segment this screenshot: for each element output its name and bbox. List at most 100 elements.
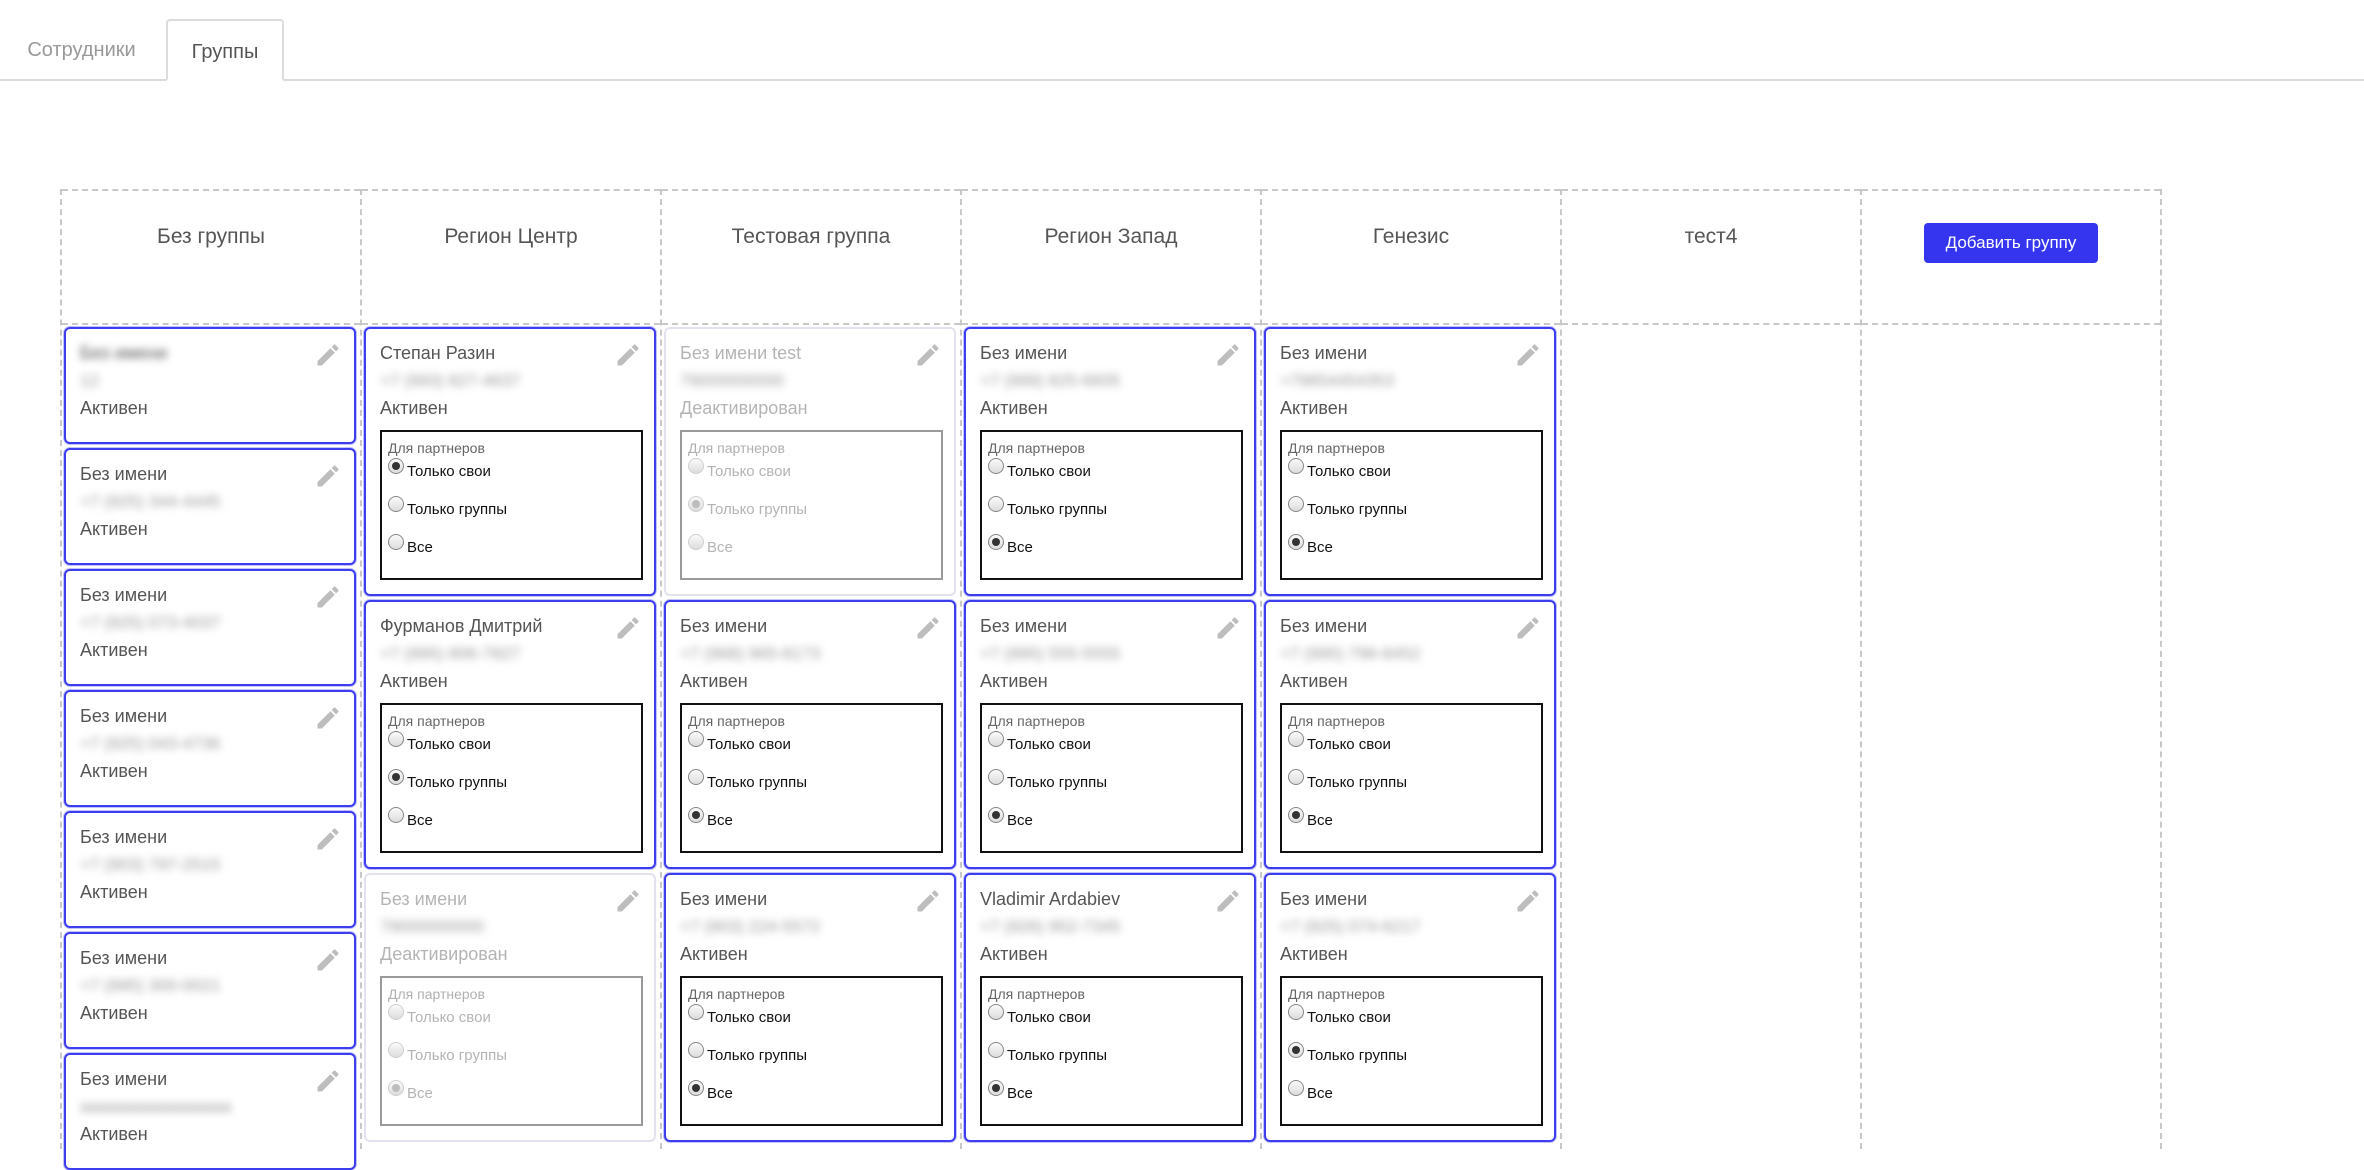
partner-access-option[interactable]: Только группы xyxy=(988,496,1241,536)
employee-card[interactable]: Без имени +7 (925) 074-6217 Активен Для пар… xyxy=(1264,873,1556,1142)
group-title[interactable]: Генезис xyxy=(1373,225,1449,248)
employee-card[interactable]: Без имени +7 (968) 965-8173 Активен Для пар… xyxy=(664,600,956,869)
employee-card[interactable]: Без имени +7 (925) 344-4445 Активен xyxy=(64,448,356,565)
radio-button[interactable] xyxy=(1288,807,1304,823)
radio-button[interactable] xyxy=(688,1080,704,1096)
partner-access-option[interactable]: Только группы xyxy=(988,1042,1241,1082)
pencil-icon[interactable] xyxy=(314,1067,342,1095)
radio-button[interactable] xyxy=(1288,1004,1304,1020)
radio-button[interactable] xyxy=(688,496,704,512)
pencil-icon[interactable] xyxy=(314,583,342,611)
employee-card[interactable]: Фурманов Дмитрий +7 (995) 806-7827 Активен… xyxy=(364,600,656,869)
group-title[interactable]: Тестовая группа xyxy=(732,225,891,248)
partner-access-option[interactable]: Только свои xyxy=(688,731,941,771)
radio-button[interactable] xyxy=(988,534,1004,550)
pencil-icon[interactable] xyxy=(614,887,642,915)
pencil-icon[interactable] xyxy=(1214,887,1242,915)
partner-access-option[interactable]: Только свои xyxy=(688,1004,941,1044)
employee-card[interactable]: Vladimir Ardabiev +7 (926) 952-7345 Активе… xyxy=(964,873,1256,1142)
partner-access-option[interactable]: Только группы xyxy=(1288,496,1541,536)
partner-access-option[interactable]: Только группы xyxy=(388,1042,641,1082)
partner-access-option[interactable]: Все xyxy=(688,807,941,847)
radio-button[interactable] xyxy=(688,534,704,550)
partner-access-option[interactable]: Только свои xyxy=(1288,1004,1541,1044)
radio-button[interactable] xyxy=(388,458,404,474)
pencil-icon[interactable] xyxy=(914,887,942,915)
employee-card[interactable]: Без имени +7 (995) 796-8452 Активен Для пар… xyxy=(1264,600,1556,869)
partner-access-option[interactable]: Все xyxy=(988,1080,1241,1120)
pencil-icon[interactable] xyxy=(314,341,342,369)
partner-access-option[interactable]: Только группы xyxy=(988,769,1241,809)
radio-button[interactable] xyxy=(388,807,404,823)
pencil-icon[interactable] xyxy=(1514,614,1542,642)
radio-button[interactable] xyxy=(388,1004,404,1020)
group-title[interactable]: тест4 xyxy=(1685,225,1738,248)
tab-employees[interactable]: Сотрудники xyxy=(4,19,159,79)
radio-button[interactable] xyxy=(1288,458,1304,474)
pencil-icon[interactable] xyxy=(1514,887,1542,915)
tab-groups[interactable]: Группы xyxy=(166,19,284,81)
partner-access-option[interactable]: Только группы xyxy=(688,769,941,809)
partner-access-option[interactable]: Только свои xyxy=(1288,458,1541,498)
partner-access-option[interactable]: Только свои xyxy=(988,458,1241,498)
employee-card[interactable]: Без имени +7 (999) 825-6605 Активен Для пар… xyxy=(964,327,1256,596)
radio-button[interactable] xyxy=(688,1004,704,1020)
partner-access-option[interactable]: Только свои xyxy=(388,1004,641,1044)
employee-card[interactable]: Без имени +79654454353 Активен Для партнеро… xyxy=(1264,327,1556,596)
partner-access-option[interactable]: Все xyxy=(388,1080,641,1120)
partner-access-option[interactable]: Только группы xyxy=(688,1042,941,1082)
radio-button[interactable] xyxy=(388,1042,404,1058)
pencil-icon[interactable] xyxy=(314,462,342,490)
pencil-icon[interactable] xyxy=(1514,341,1542,369)
radio-button[interactable] xyxy=(388,769,404,785)
radio-button[interactable] xyxy=(988,496,1004,512)
partner-access-option[interactable]: Только группы xyxy=(388,769,641,809)
pencil-icon[interactable] xyxy=(314,825,342,853)
employee-card[interactable]: Без имени 79000000000 Деактивирован Для пар… xyxy=(364,873,656,1142)
pencil-icon[interactable] xyxy=(1214,341,1242,369)
partner-access-option[interactable]: Все xyxy=(988,534,1241,574)
pencil-icon[interactable] xyxy=(614,341,642,369)
radio-button[interactable] xyxy=(988,807,1004,823)
radio-button[interactable] xyxy=(988,769,1004,785)
radio-button[interactable] xyxy=(388,534,404,550)
pencil-icon[interactable] xyxy=(614,614,642,642)
partner-access-option[interactable]: Все xyxy=(388,534,641,574)
employee-card[interactable]: Без имени aaaaaaaaaaaaaaaa Активен xyxy=(64,1053,356,1170)
partner-access-option[interactable]: Только группы xyxy=(388,496,641,536)
radio-button[interactable] xyxy=(388,1080,404,1096)
employee-card[interactable]: Степан Разин +7 (993) 827-4637 Активен Для … xyxy=(364,327,656,596)
radio-button[interactable] xyxy=(1288,1042,1304,1058)
partner-access-option[interactable]: Только группы xyxy=(1288,769,1541,809)
radio-button[interactable] xyxy=(1288,534,1304,550)
partner-access-option[interactable]: Все xyxy=(688,1080,941,1120)
radio-button[interactable] xyxy=(688,1042,704,1058)
partner-access-option[interactable]: Только группы xyxy=(1288,1042,1541,1082)
pencil-icon[interactable] xyxy=(914,341,942,369)
partner-access-option[interactable]: Только свои xyxy=(988,731,1241,771)
pencil-icon[interactable] xyxy=(314,946,342,974)
employee-card[interactable]: Без имени +7 (903) 797-2515 Активен xyxy=(64,811,356,928)
radio-button[interactable] xyxy=(1288,496,1304,512)
group-title[interactable]: Регион Центр xyxy=(444,225,577,248)
partner-access-option[interactable]: Только группы xyxy=(688,496,941,536)
partner-access-option[interactable]: Все xyxy=(688,534,941,574)
radio-button[interactable] xyxy=(988,458,1004,474)
radio-button[interactable] xyxy=(1288,769,1304,785)
pencil-icon[interactable] xyxy=(314,704,342,732)
pencil-icon[interactable] xyxy=(914,614,942,642)
radio-button[interactable] xyxy=(688,458,704,474)
radio-button[interactable] xyxy=(688,731,704,747)
group-title[interactable]: Регион Запад xyxy=(1045,225,1178,248)
partner-access-option[interactable]: Все xyxy=(1288,1080,1541,1120)
group-title[interactable]: Без группы xyxy=(157,225,265,248)
employee-card[interactable]: Без имени +7 (925) 073-4037 Активен xyxy=(64,569,356,686)
partner-access-option[interactable]: Только свои xyxy=(388,731,641,771)
partner-access-option[interactable]: Только свои xyxy=(688,458,941,498)
radio-button[interactable] xyxy=(388,731,404,747)
partner-access-option[interactable]: Все xyxy=(388,807,641,847)
radio-button[interactable] xyxy=(388,496,404,512)
radio-button[interactable] xyxy=(688,807,704,823)
radio-button[interactable] xyxy=(1288,1080,1304,1096)
radio-button[interactable] xyxy=(988,731,1004,747)
